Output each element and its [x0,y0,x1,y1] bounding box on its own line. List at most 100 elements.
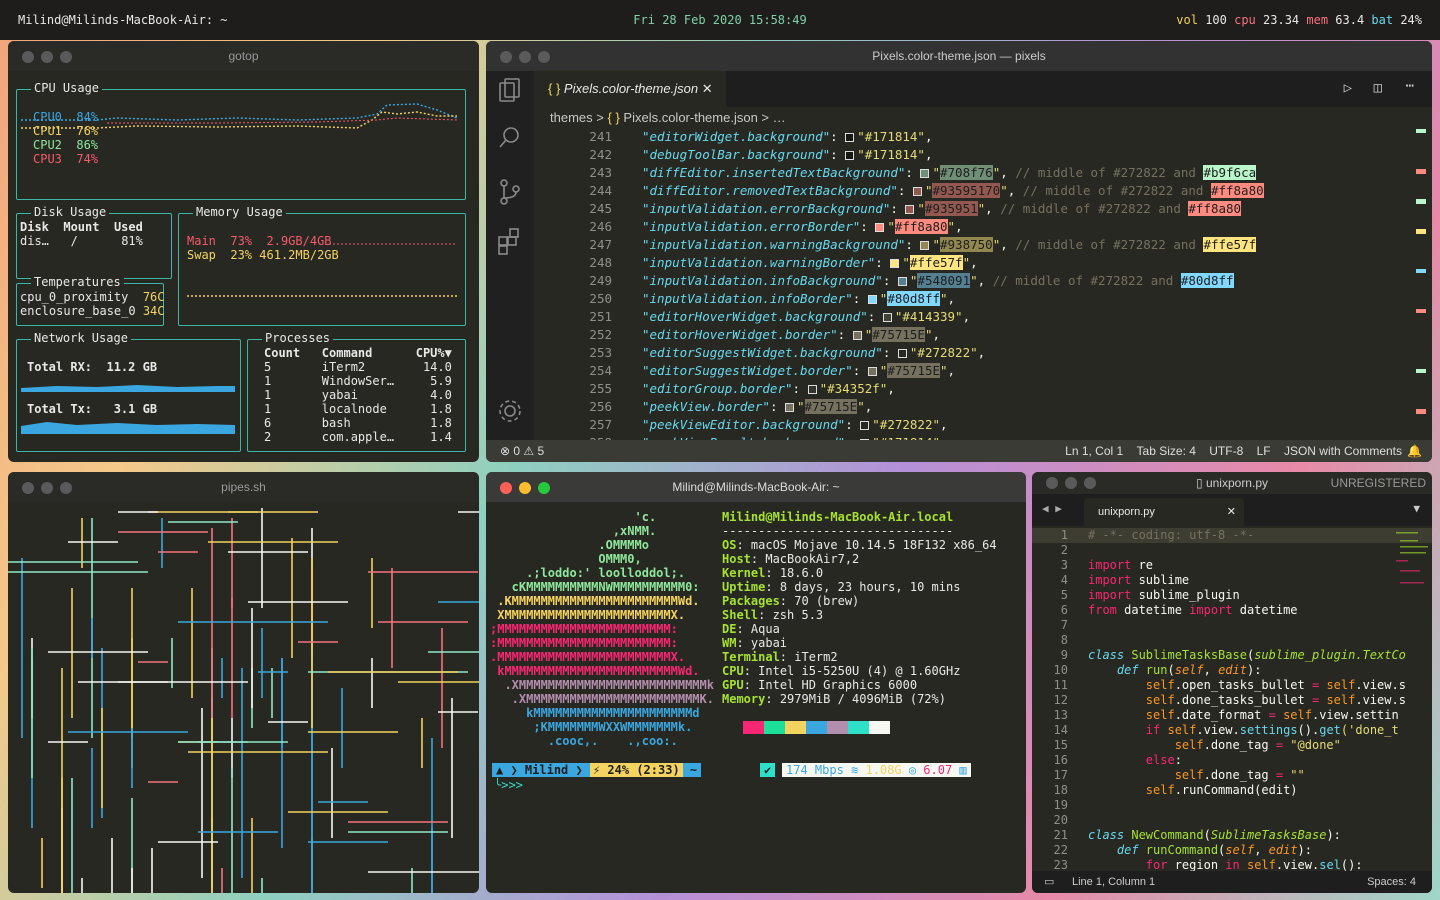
color-swatch [845,151,855,160]
process-table[interactable]: Count Command CPU%▼ 5 iTerm2 14.0 1 Window… [264,346,452,444]
code-line[interactable]: "inputValidation.warningBorder": "#ffe57… [642,255,978,270]
code-line[interactable]: "inputValidation.infoBackground": "#5480… [642,273,1234,288]
gotop-window[interactable]: gotop CPU Usage CPU0 84% CPU1 76% CPU2 86%… [8,41,479,462]
code-line[interactable]: "diffEditor.insertedTextBackground": "#7… [642,165,1257,180]
process-header[interactable]: Count Command CPU%▼ [264,346,452,360]
process-row[interactable]: 1 WindowSer… 5.9 [264,374,452,388]
close-tab-icon[interactable]: ✕ [702,81,713,96]
vscode-window[interactable]: Pixels.color-theme.json — pixels { } Pix… [486,41,1432,462]
breadcrumb[interactable]: themes > { } Pixels.color-theme.json > … [534,107,1432,129]
tab-pixels-color-theme[interactable]: { } Pixels.color-theme.json ✕ [534,71,726,107]
iterm-window[interactable]: Milind@Milinds-MacBook-Air: ~ 'c. ,xNMM.… [486,472,1026,893]
code-line[interactable]: # -*- coding: utf-8 -*- [1088,528,1254,542]
title-bar[interactable]: Milind@Milinds-MacBook-Air: ~ [486,472,1026,502]
code-line[interactable]: class NewCommand(SublimeTasksBase): [1088,828,1341,842]
cpu-usage-panel: CPU Usage CPU0 84% CPU1 76% CPU2 86% CPU3 7… [16,81,466,200]
code-line[interactable]: self.done_tag = "" [1088,768,1305,782]
process-row[interactable]: 1 localnode 1.8 [264,402,452,416]
code-line[interactable]: "inputValidation.warningBackground": "#9… [642,237,1257,252]
code-line[interactable]: for region in self.view.sel(): [1088,858,1363,871]
activity-icons[interactable] [486,71,534,431]
status-right[interactable]: Ln 1, Col 1 Tab Size: 4 UTF-8 LF JSON wi… [1065,440,1402,462]
logo-line: .;loddo:' loolloddol;. [490,566,686,580]
color-swatch [897,277,907,286]
problems-indicator[interactable]: ⊗ 0 ⚠ 5 [500,440,544,462]
palette-swatch [827,721,848,734]
code-editor[interactable]: 1 # -*- coding: utf-8 -*- 2 3 import re 4 impo… [1032,528,1432,871]
line-number: 3 [1060,558,1068,572]
notifications-bell-icon[interactable]: 🔔 [1407,440,1422,462]
code-line[interactable]: "peekView.border": "#75715E", [642,399,872,414]
code-line[interactable]: "editorWidget.background": "#171814", [642,129,932,144]
code-line[interactable]: self.open_tasks_bullet = self.view.s [1088,678,1406,692]
nav-arrows-icon[interactable]: ◀ ▶ [1042,502,1062,515]
code-line[interactable]: self.runCommand(edit) [1088,783,1298,797]
logo-line: XMMMMMMMMMMMMMMMMMMMMMMMX. [490,608,686,622]
code-line[interactable]: "peekViewEditor.background": "#272822", [642,417,948,432]
code-line[interactable]: class SublimeTasksBase(sublime_plugin.Te… [1088,648,1406,662]
disk-usage-panel: Disk Usage Disk Mount Used dis… / 81% [16,205,172,279]
title-bar[interactable]: pipes.sh [8,472,479,502]
process-row[interactable]: 6 bash 1.8 [264,416,452,430]
code-line[interactable]: self.done_tag = "@done" [1088,738,1341,752]
palette-swatch [785,721,806,734]
code-line[interactable]: def runCommand(self, edit): [1088,843,1312,857]
tab-dropdown-icon[interactable]: ▼ [1413,502,1420,515]
temperatures-panel: Temperatures cpu_0_proximity 76C enclosu… [16,275,165,326]
line-number: 253 [589,345,612,360]
process-row[interactable]: 2 com.apple… 1.4 [264,430,452,444]
title-bar[interactable]: gotop [8,41,479,71]
code-line[interactable]: "inputValidation.infoBorder": "#80d8ff", [642,291,955,306]
window-title: pipes.sh [221,480,266,494]
code-line[interactable]: "editorSuggestWidget.border": "#75715E", [642,363,955,378]
code-line[interactable]: def run(self, edit): [1088,663,1262,677]
code-line[interactable]: import sublime [1088,573,1189,587]
line-number: 249 [589,273,612,288]
indentation-setting[interactable]: Spaces: 4 [1367,871,1416,893]
palette-swatch [848,721,869,734]
code-line[interactable]: "debugToolBar.background": "#171814", [642,147,932,162]
sublime-window[interactable]: ▯ unixporn.py UNREGISTERED ◀ ▶ unixporn.… [1032,472,1432,893]
code-line[interactable]: if self.view.settings().get('done_t [1088,723,1399,737]
logo-line: .MMMMMMMMMMMMMMMMMMMMMMMMX. [490,650,686,664]
close-tab-icon[interactable]: ✕ [1227,498,1236,526]
code-line[interactable]: "inputValidation.errorBackground": "#935… [642,201,1242,216]
panel-toggle-icon[interactable]: ▭ [1044,871,1054,893]
code-lines[interactable]: 241 "editorWidget.background": "#171814",… [534,129,1432,450]
stat-vol: vol [1176,13,1206,27]
process-row[interactable]: 5 iTerm2 14.0 [264,360,452,374]
apple-icon: ▲ [496,763,504,777]
code-line[interactable]: "editorSuggestWidget.background": "#2728… [642,345,985,360]
color-swatch [912,187,922,196]
editor-area[interactable]: { } Pixels.color-theme.json ✕ ▷ ◫ ⋯ them… [534,71,1432,450]
tab-unixporn[interactable]: unixporn.py ✕ [1084,498,1244,526]
code-line[interactable]: "inputValidation.errorBorder": "#ff8a80"… [642,219,963,234]
code-line[interactable]: "editorGroup.border": "#34352f", [642,381,895,396]
line-number: 6 [1060,603,1068,617]
input-prompt[interactable]: ╰>>> [494,778,523,792]
code-line[interactable]: from datetime import datetime [1088,603,1298,617]
code-line[interactable]: import sublime_plugin [1088,588,1240,602]
process-row[interactable]: 1 yabai 4.0 [264,388,452,402]
code-line[interactable]: self.done_tasks_bullet = self.view.s [1088,693,1406,707]
title-bar[interactable]: Pixels.color-theme.json — pixels [486,41,1432,71]
code-line[interactable]: self.date_format = self.view.settin [1088,708,1399,722]
split-editor-icon[interactable]: ◫ [1374,80,1382,96]
stat-mem-value: 63.4 [1335,13,1372,27]
more-actions-icon[interactable]: ⋯ [1406,78,1414,94]
extensions-icon [498,228,519,255]
activity-bar [486,71,534,440]
run-icon[interactable]: ▷ [1344,80,1352,96]
color-swatch [845,133,855,142]
code-line[interactable]: else: [1088,753,1182,767]
code-line[interactable]: import re [1088,558,1153,572]
pipes-window[interactable]: pipes.sh [8,472,479,893]
logo-line: ,xNMM. [490,524,657,538]
settings-gear-icon [499,400,521,422]
title-bar[interactable]: ▯ unixporn.py UNREGISTERED [1032,472,1432,494]
stat-cpu: cpu [1234,13,1264,27]
code-line[interactable]: "editorHoverWidget.background": "#414339… [642,309,970,324]
line-number: 256 [589,399,612,414]
code-line[interactable]: "diffEditor.removedTextBackground": "#93… [642,183,1264,198]
code-line[interactable]: "editorHoverWidget.border": "#75715E", [642,327,940,342]
